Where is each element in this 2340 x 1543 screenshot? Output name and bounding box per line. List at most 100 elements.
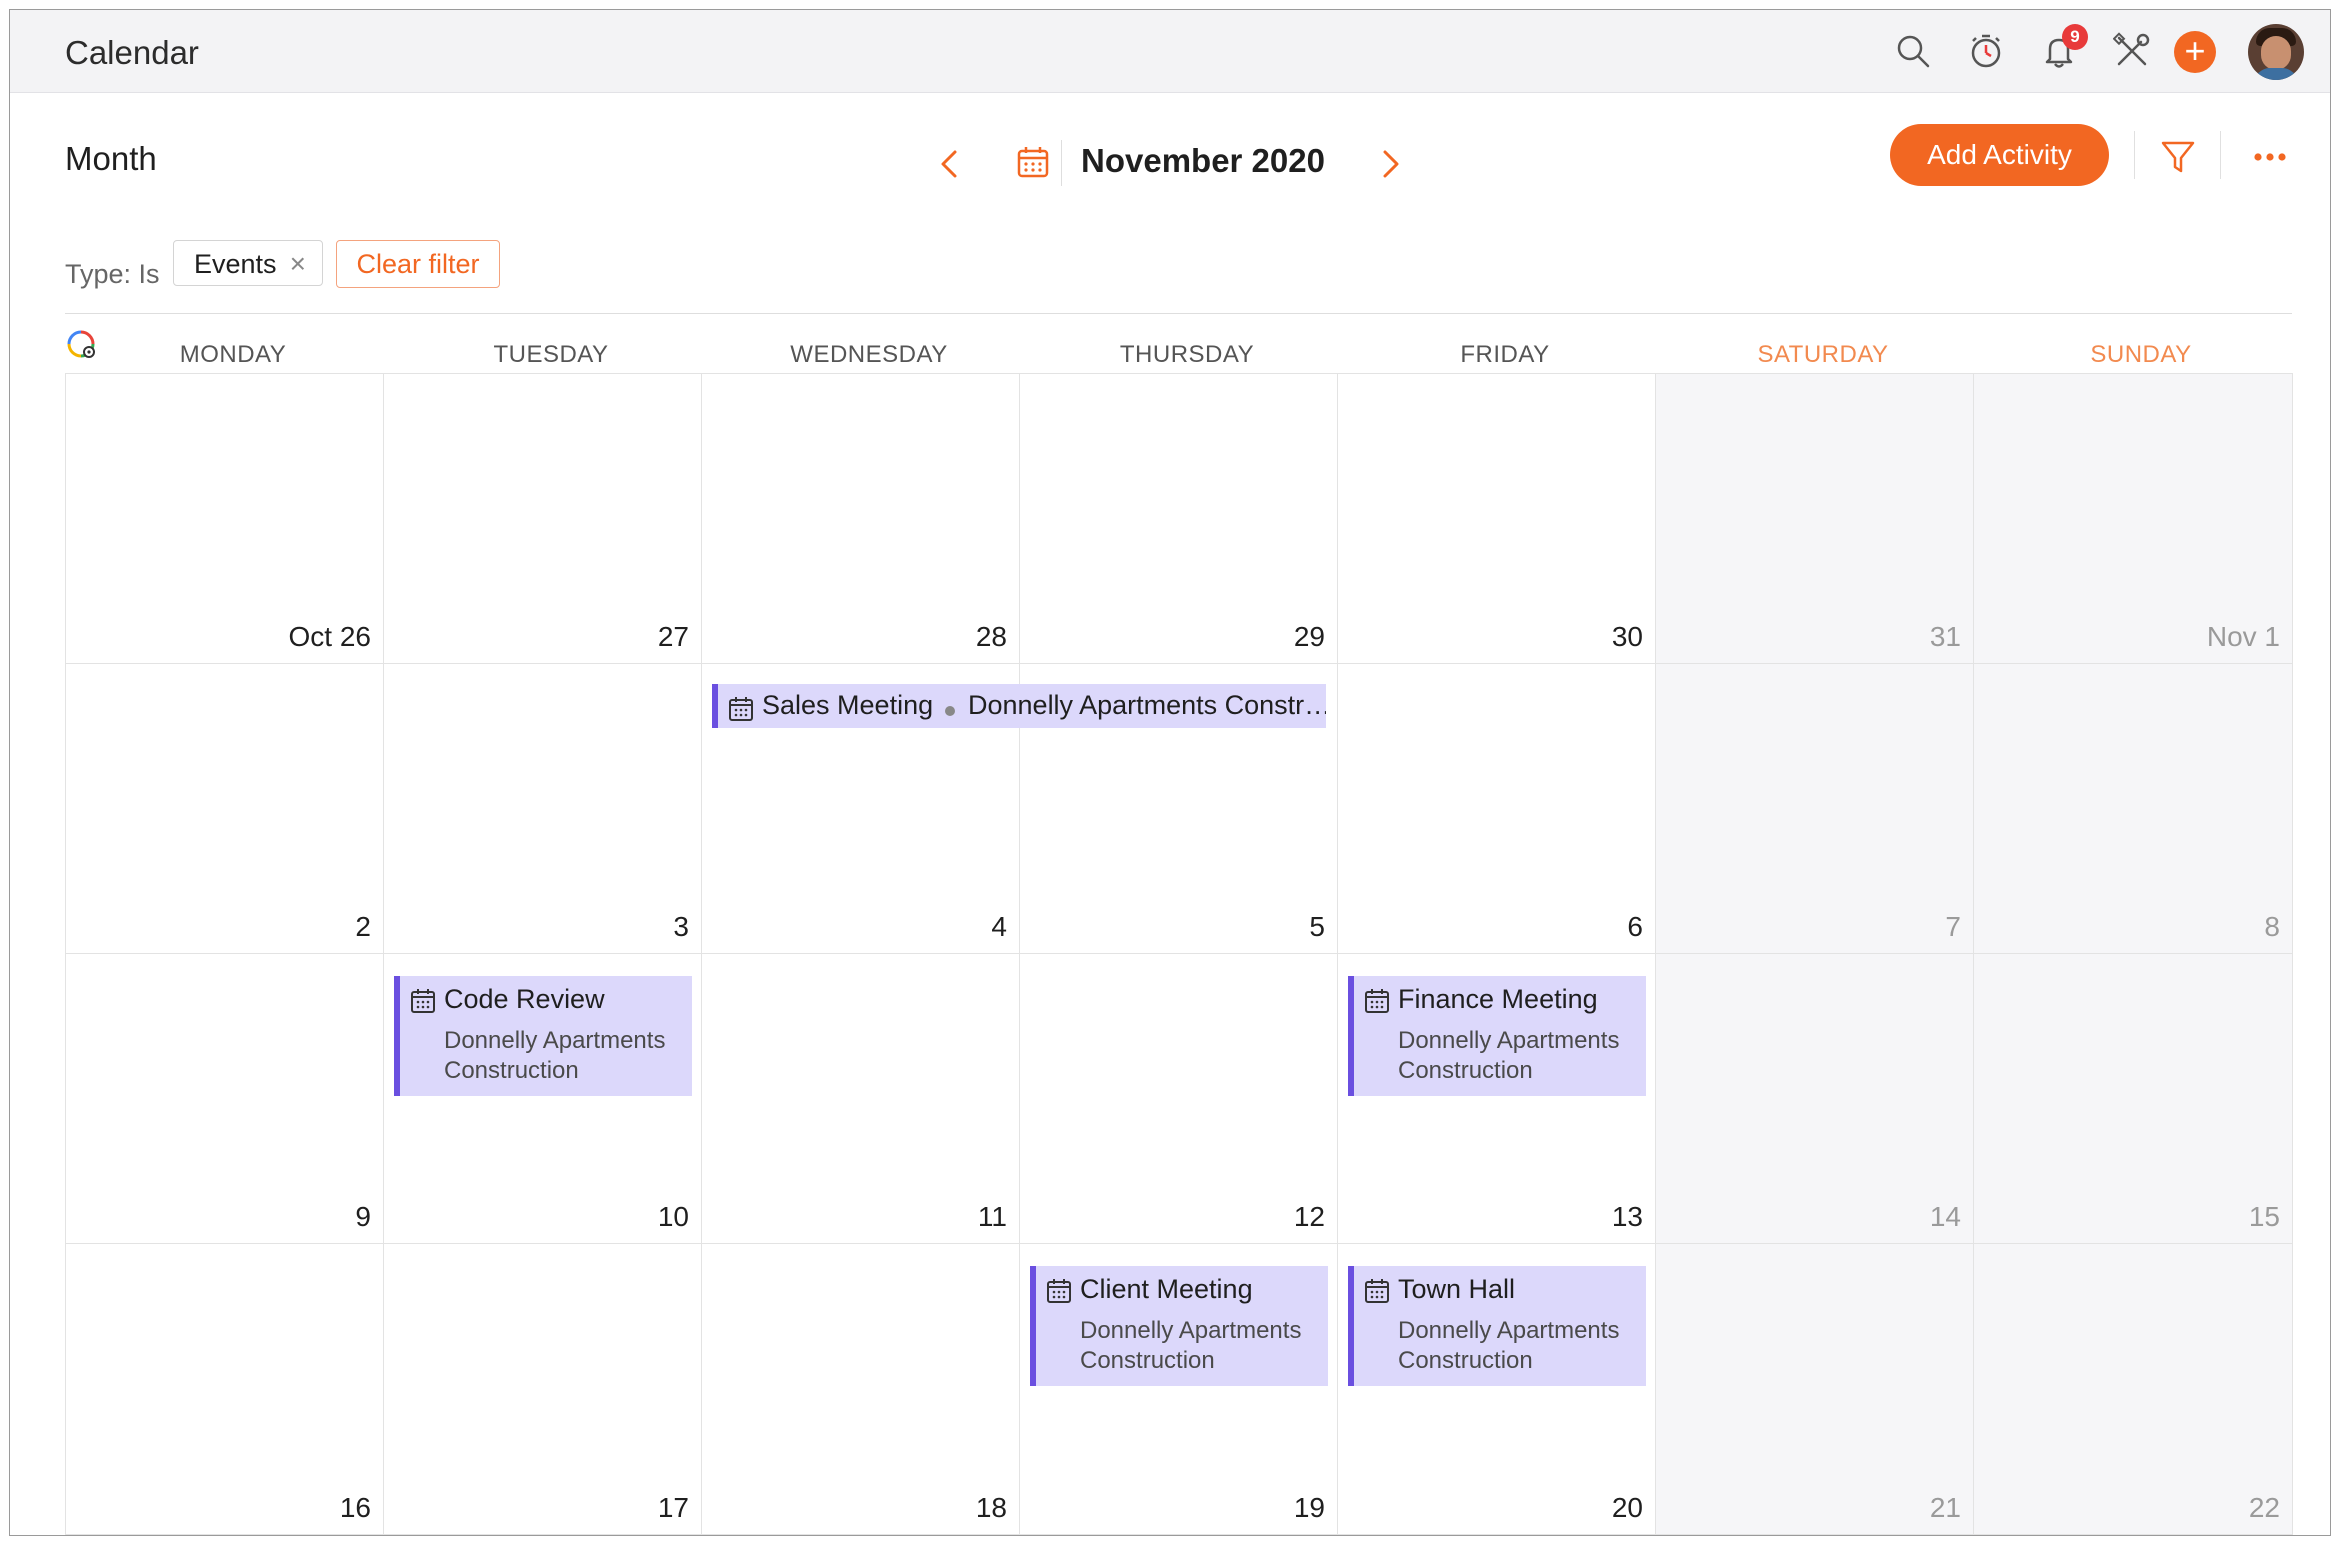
more-options-icon[interactable] [2250, 137, 2290, 182]
event-calendar-icon [1046, 1278, 1072, 1309]
event-sales-meeting[interactable]: Sales Meeting Donnelly Apartments Constr… [712, 684, 1326, 728]
event-project: Donnelly Apartments Construction [1398, 1027, 1620, 1084]
calendar-picker-icon[interactable] [1015, 144, 1051, 185]
event-calendar-icon [410, 988, 436, 1019]
day-number: 17 [657, 1492, 689, 1523]
event-calendar-icon [1364, 988, 1390, 1019]
view-title[interactable]: Month [65, 140, 157, 178]
day-cell[interactable]: 2 [66, 664, 384, 954]
day-number: 22 [2248, 1492, 2280, 1523]
event-project: Donnelly Apartments Construction [1080, 1317, 1302, 1374]
month-label[interactable]: November 2020 [1081, 142, 1325, 180]
event-title: Sales Meeting [762, 690, 934, 720]
day-cell[interactable]: 30 [1338, 374, 1656, 664]
top-bar: Calendar 9 + [10, 10, 2330, 93]
day-cell[interactable]: 28 [702, 374, 1020, 664]
day-number: 19 [1293, 1492, 1325, 1523]
day-cell[interactable]: 18 [702, 1244, 1020, 1535]
day-number: 18 [975, 1492, 1007, 1523]
event-project: Donnelly Apartments Constr… [968, 690, 1326, 720]
add-activity-button[interactable]: Add Activity [1890, 124, 2109, 186]
day-number: Oct 26 [288, 621, 371, 652]
tools-icon[interactable] [2109, 28, 2155, 74]
event-calendar-icon [728, 696, 754, 727]
event-town-hall[interactable]: Town Hall Donnelly Apartments Constructi… [1348, 1266, 1646, 1386]
day-cell[interactable]: 27 [384, 374, 702, 664]
day-number: 4 [991, 911, 1007, 942]
day-cell[interactable]: 6 [1338, 664, 1656, 954]
day-number: 9 [355, 1201, 371, 1232]
event-title: Client Meeting [1080, 1274, 1253, 1304]
divider [65, 313, 2292, 314]
day-number: 6 [1627, 911, 1643, 942]
day-number: 30 [1611, 621, 1643, 652]
event-code-review[interactable]: Code Review Donnelly Apartments Construc… [394, 976, 692, 1096]
weekday-wednesday: WEDNESDAY [790, 341, 948, 368]
day-cell[interactable]: 3 [384, 664, 702, 954]
month-grid: Oct 26 27 28 29 30 31 Nov 1 2 3 4 5 6 7 … [65, 373, 2293, 1535]
day-number: 10 [657, 1201, 689, 1232]
day-cell[interactable]: 8 [1974, 664, 2293, 954]
day-number: 29 [1293, 621, 1325, 652]
filter-chip-events[interactable]: Events × [173, 240, 323, 286]
day-number: 31 [1929, 621, 1961, 652]
day-number: 2 [355, 911, 371, 942]
quick-create-plus-icon[interactable]: + [2174, 31, 2216, 73]
event-title: Town Hall [1398, 1274, 1516, 1304]
day-cell[interactable]: 31 [1656, 374, 1974, 664]
search-icon[interactable] [1890, 28, 1936, 74]
weekday-thursday: THURSDAY [1119, 341, 1255, 368]
day-number: 5 [1309, 911, 1325, 942]
day-number: Nov 1 [2206, 621, 2280, 652]
chevron-left-icon[interactable] [930, 144, 970, 189]
weekday-monday: MONDAY [179, 341, 287, 368]
separator-dot [945, 706, 955, 716]
filter-type-label: Type: Is [65, 259, 160, 289]
close-icon[interactable]: × [290, 241, 306, 287]
day-number: 3 [673, 911, 689, 942]
day-cell[interactable]: 17 [384, 1244, 702, 1535]
day-number: 13 [1611, 1201, 1643, 1232]
day-number: 12 [1293, 1201, 1325, 1232]
event-title: Code Review [444, 984, 605, 1014]
day-cell[interactable]: Nov 1 [1974, 374, 2293, 664]
weekday-saturday: SATURDAY [1757, 341, 1889, 368]
day-cell[interactable]: 12 [1020, 954, 1338, 1244]
divider [1061, 140, 1062, 186]
event-project: Donnelly Apartments Construction [444, 1027, 666, 1084]
day-cell[interactable]: 7 [1656, 664, 1974, 954]
filter-chip-label: Events [194, 249, 277, 279]
divider [2134, 131, 2135, 179]
day-cell[interactable]: 11 [702, 954, 1020, 1244]
chevron-right-icon[interactable] [1370, 144, 1410, 189]
weekday-tuesday: TUESDAY [493, 341, 609, 368]
timer-icon[interactable] [1963, 28, 2009, 74]
bell-icon[interactable]: 9 [2036, 24, 2088, 74]
day-cell[interactable]: 15 [1974, 954, 2293, 1244]
avatar[interactable] [2248, 24, 2304, 80]
day-cell[interactable]: 9 [66, 954, 384, 1244]
day-number: 7 [1945, 911, 1961, 942]
day-cell[interactable]: 16 [66, 1244, 384, 1535]
day-cell[interactable]: 14 [1656, 954, 1974, 1244]
calendar-window: Calendar 9 + Month November 2020 Add Act… [9, 9, 2331, 1536]
day-number: 14 [1929, 1201, 1961, 1232]
day-number: 28 [975, 621, 1007, 652]
weekday-friday: FRIDAY [1460, 341, 1550, 368]
day-number: 8 [2264, 911, 2280, 942]
day-cell[interactable]: 22 [1974, 1244, 2293, 1535]
event-project: Donnelly Apartments Construction [1398, 1317, 1620, 1374]
day-cell[interactable]: 21 [1656, 1244, 1974, 1535]
day-number: 21 [1929, 1492, 1961, 1523]
event-finance-meeting[interactable]: Finance Meeting Donnelly Apartments Cons… [1348, 976, 1646, 1096]
day-number: 20 [1611, 1492, 1643, 1523]
filter-icon[interactable] [2158, 137, 2198, 182]
day-cell[interactable]: Oct 26 [66, 374, 384, 664]
event-client-meeting[interactable]: Client Meeting Donnelly Apartments Const… [1030, 1266, 1328, 1386]
day-number: 11 [977, 1201, 1007, 1232]
notification-badge: 9 [2062, 24, 2088, 50]
event-title: Finance Meeting [1398, 984, 1598, 1014]
day-number: 27 [657, 621, 689, 652]
clear-filter-button[interactable]: Clear filter [336, 240, 500, 288]
day-cell[interactable]: 29 [1020, 374, 1338, 664]
